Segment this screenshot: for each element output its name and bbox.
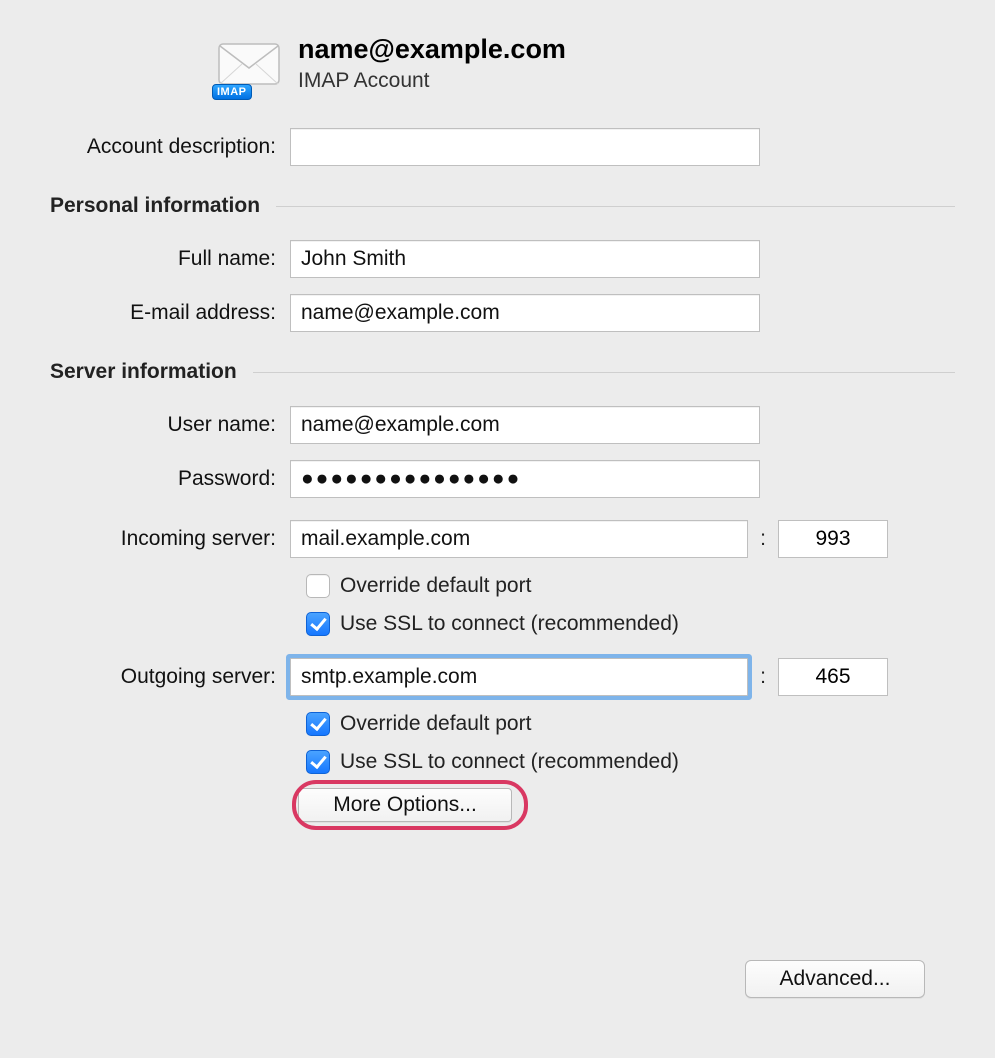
outgoing-port-separator: : [748,665,778,689]
row-outgoing-override-port: Override default port [306,712,995,736]
label-incoming-override-port: Override default port [340,574,531,598]
input-user-name[interactable] [290,406,760,444]
row-incoming-use-ssl: Use SSL to connect (recommended) [306,612,995,636]
section-server-information-title: Server information [50,360,237,384]
row-outgoing-server: Outgoing server: : [10,658,995,696]
advanced-button-area: Advanced... [745,960,925,998]
input-incoming-server[interactable] [290,520,748,558]
checkbox-incoming-use-ssl[interactable] [306,612,330,636]
row-password: Password: [10,460,995,498]
input-email-address[interactable] [290,294,760,332]
section-divider [276,206,955,207]
input-outgoing-server[interactable] [290,658,748,696]
label-account-description: Account description: [10,135,290,159]
account-settings-pane: IMAP name@example.com IMAP Account Accou… [0,0,995,1058]
label-outgoing-override-port: Override default port [340,712,531,736]
checkbox-incoming-override-port[interactable] [306,574,330,598]
row-outgoing-use-ssl: Use SSL to connect (recommended) [306,750,995,774]
account-title: name@example.com [298,34,566,65]
label-incoming-use-ssl: Use SSL to connect (recommended) [340,612,679,636]
account-form: Account description: Personal informatio… [10,128,995,822]
input-password[interactable] [290,460,760,498]
label-outgoing-server: Outgoing server: [10,665,290,689]
input-account-description[interactable] [290,128,760,166]
section-divider [253,372,955,373]
section-server-information: Server information [10,360,995,384]
section-personal-information: Personal information [10,194,995,218]
row-user-name: User name: [10,406,995,444]
row-account-description: Account description: [10,128,995,166]
more-options-button[interactable]: More Options... [298,788,512,822]
label-full-name: Full name: [10,247,290,271]
input-full-name[interactable] [290,240,760,278]
section-personal-information-title: Personal information [50,194,260,218]
account-header: IMAP name@example.com IMAP Account [216,40,995,98]
advanced-button[interactable]: Advanced... [745,960,925,998]
incoming-port-separator: : [748,527,778,551]
account-subtitle: IMAP Account [298,69,566,93]
row-incoming-server: Incoming server: : [10,520,995,558]
label-user-name: User name: [10,413,290,437]
label-outgoing-use-ssl: Use SSL to connect (recommended) [340,750,679,774]
input-incoming-port[interactable] [778,520,888,558]
row-incoming-override-port: Override default port [306,574,995,598]
mail-imap-icon: IMAP [216,40,286,98]
row-email-address: E-mail address: [10,294,995,332]
row-full-name: Full name: [10,240,995,278]
input-outgoing-port[interactable] [778,658,888,696]
label-email-address: E-mail address: [10,301,290,325]
label-password: Password: [10,467,290,491]
label-incoming-server: Incoming server: [10,527,290,551]
checkbox-outgoing-override-port[interactable] [306,712,330,736]
checkbox-outgoing-use-ssl[interactable] [306,750,330,774]
imap-badge: IMAP [212,84,252,100]
account-header-text: name@example.com IMAP Account [298,40,566,93]
more-options-highlight: More Options... [298,788,530,822]
